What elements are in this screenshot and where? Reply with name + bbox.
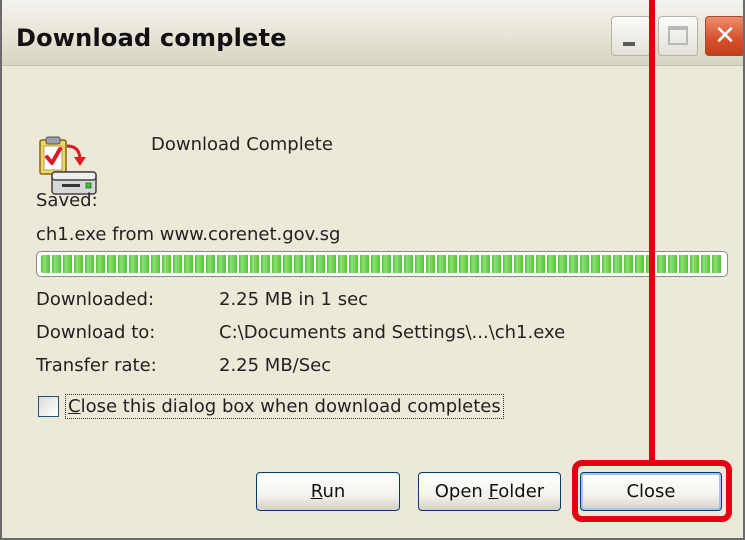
download-progress-fill <box>41 255 723 273</box>
saved-label: Saved: <box>36 190 98 211</box>
run-button-text: un <box>322 481 346 502</box>
title-close-button[interactable]: ✕ <box>705 16 743 56</box>
close-when-complete-label-mnemonic: C <box>68 396 81 417</box>
download-progress-bar <box>36 251 728 277</box>
run-button-mnemonic: R <box>310 481 323 502</box>
open-folder-button-mnemonic: F <box>488 481 499 502</box>
downloaded-value: 2.25 MB in 1 sec <box>219 289 369 310</box>
open-folder-button-text: older <box>498 481 545 502</box>
saved-file-info: ch1.exe from www.corenet.gov.sg <box>36 224 341 245</box>
minimize-icon <box>623 42 635 46</box>
close-button[interactable]: Close <box>580 472 722 511</box>
open-folder-button-prefix: Open <box>434 481 489 502</box>
transfer-rate-value: 2.25 MB/Sec <box>219 355 332 376</box>
download-to-label: Download to: <box>36 322 156 343</box>
close-when-complete-label-text: lose this dialog box when download compl… <box>80 396 501 417</box>
title-bar[interactable]: Download complete ✕ <box>2 0 743 66</box>
close-when-complete-label[interactable]: Close this dialog box when download comp… <box>65 394 504 419</box>
download-dialog: Download complete ✕ Download Complete Sa… <box>0 0 745 540</box>
window-title: Download complete <box>16 24 287 52</box>
download-complete-message: Download Complete <box>151 134 333 155</box>
dialog-body: Download Complete Saved: ch1.exe from ww… <box>2 66 743 538</box>
transfer-rate-label: Transfer rate: <box>36 355 157 376</box>
close-icon: ✕ <box>714 21 736 51</box>
maximize-button <box>658 16 698 56</box>
minimize-button[interactable] <box>611 16 651 56</box>
maximize-icon <box>668 26 688 45</box>
run-button[interactable]: Run <box>256 472 400 511</box>
downloaded-label: Downloaded: <box>36 289 155 310</box>
close-when-complete-checkbox[interactable] <box>38 396 59 417</box>
open-folder-button[interactable]: Open Folder <box>418 472 561 511</box>
download-to-value: C:\Documents and Settings\...\ch1.exe <box>219 322 566 343</box>
